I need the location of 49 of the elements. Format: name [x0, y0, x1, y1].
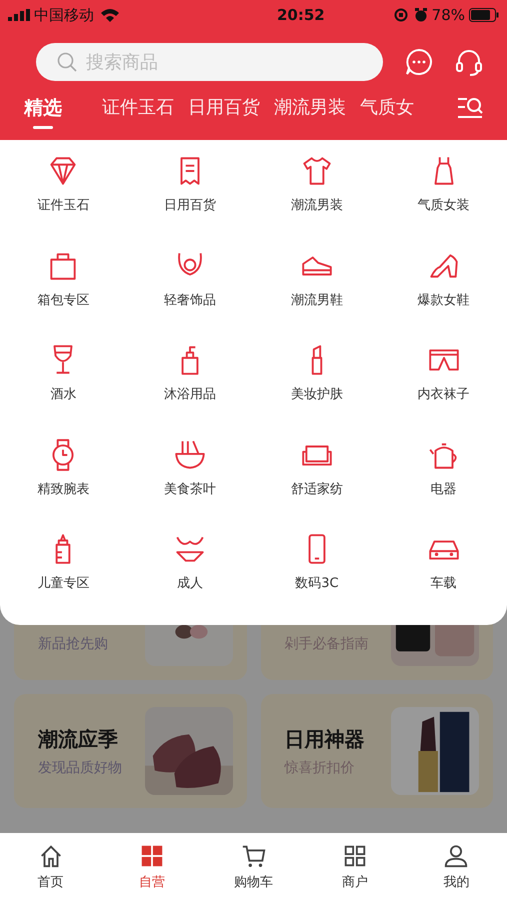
- search-icon: [57, 52, 77, 72]
- category-tab[interactable]: 潮流男装: [274, 94, 346, 121]
- card-subtitle: 发现品质好物: [38, 758, 122, 778]
- carrier-name: 中国移动: [34, 4, 94, 26]
- card-title: 潮流应季: [38, 726, 119, 752]
- nav-tab[interactable]: 购物车: [234, 873, 274, 892]
- category-label[interactable]: 潮流男鞋: [290, 290, 343, 310]
- category-label[interactable]: 美食茶叶: [164, 480, 216, 500]
- category-tab[interactable]: 证件玉石: [102, 94, 174, 121]
- alarm-icon: [414, 8, 428, 22]
- headset-icon[interactable]: [455, 48, 483, 76]
- nav-tab[interactable]: 首页: [38, 873, 64, 892]
- nav-tab[interactable]: 我的: [443, 873, 470, 892]
- category-label[interactable]: 箱包专区: [37, 290, 90, 310]
- promo-card[interactable]: 潮流应季 发现品质好物: [14, 694, 246, 808]
- category-label[interactable]: 美妆护肤: [290, 385, 343, 405]
- category-label[interactable]: 日用百货: [164, 196, 216, 216]
- clock-time: 20:52: [277, 4, 325, 26]
- nav-tab[interactable]: 自营: [139, 873, 166, 892]
- person-icon[interactable]: [443, 843, 470, 869]
- tab-underline: [33, 126, 53, 128]
- card-subtitle: 新品抢先购: [38, 635, 108, 654]
- category-tab[interactable]: 气质女: [360, 94, 414, 121]
- category-label[interactable]: 儿童专区: [37, 574, 90, 594]
- category-label[interactable]: 酒水: [50, 385, 76, 405]
- cart-icon[interactable]: [240, 843, 267, 869]
- card-title: 日用神器: [284, 726, 364, 752]
- battery-icon: [469, 8, 499, 22]
- category-label[interactable]: 精致腕表: [37, 480, 90, 500]
- nav-tab[interactable]: 商户: [342, 873, 368, 892]
- category-tab[interactable]: 日用百货: [188, 94, 260, 121]
- category-label[interactable]: 电器: [430, 480, 457, 500]
- category-label[interactable]: 爆款女鞋: [418, 290, 470, 310]
- category-label[interactable]: 数码3C: [295, 574, 339, 594]
- signal-icon: [8, 9, 30, 21]
- category-label[interactable]: 潮流男装: [290, 196, 343, 216]
- category-search-icon[interactable]: [457, 96, 483, 120]
- category-label[interactable]: 内衣袜子: [418, 385, 470, 405]
- category-label[interactable]: 沐浴用品: [164, 385, 216, 405]
- wifi-icon: [100, 8, 120, 22]
- category-label[interactable]: 气质女装: [418, 196, 470, 216]
- battery-percent: 78%: [432, 4, 465, 26]
- search-field[interactable]: 搜索商品: [36, 43, 383, 81]
- category-label[interactable]: 轻奢饰品: [164, 290, 216, 310]
- category-label[interactable]: 车载: [430, 574, 457, 594]
- category-label[interactable]: 证件玉石: [37, 196, 90, 216]
- chat-bubble-icon[interactable]: [405, 48, 433, 76]
- category-label[interactable]: 舒适家纺: [290, 480, 343, 500]
- category-label[interactable]: 成人: [177, 574, 204, 594]
